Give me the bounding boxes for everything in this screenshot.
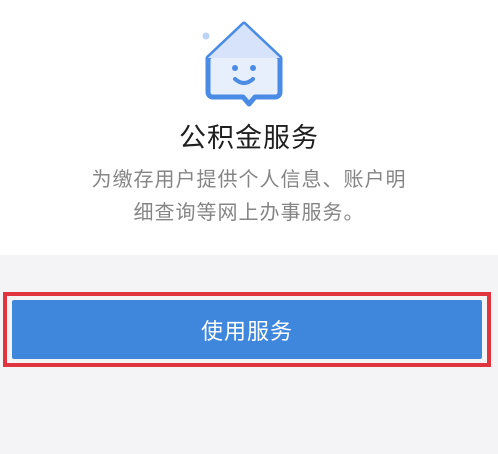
page-title: 公积金服务 — [179, 123, 319, 154]
description-line-1: 为缴存用户提供个人信息、账户明 — [91, 167, 407, 191]
use-service-button[interactable]: 使用服务 — [12, 300, 482, 359]
description-line-2: 细查询等网上办事服务。 — [133, 200, 365, 224]
house-smile-icon — [202, 21, 283, 107]
service-intro-card: 公积金服务 为缴存用户提供个人信息、账户明 细查询等网上办事服务。 — [0, 0, 498, 255]
service-description: 为缴存用户提供个人信息、账户明 细查询等网上办事服务。 — [0, 163, 498, 229]
